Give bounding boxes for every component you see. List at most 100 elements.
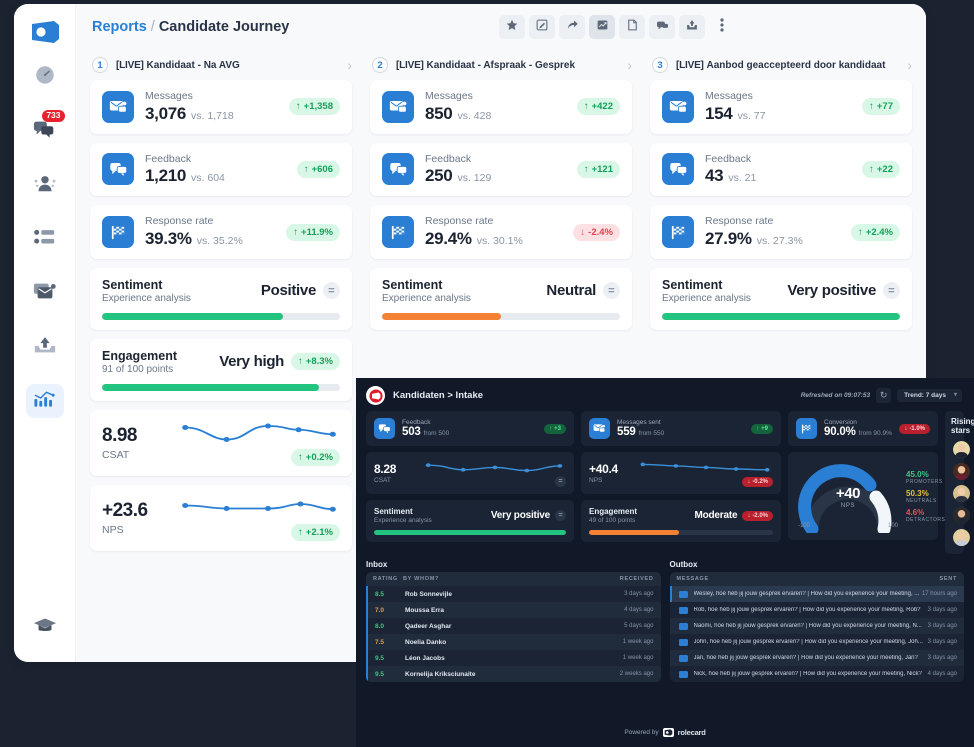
table-row[interactable]: Nick, hoe heb jij jouw gesprek ervaren? … [670,666,965,682]
metric-value: 3,076 [145,103,187,123]
table-row[interactable]: 8.5 Rob Sonnevijle 3 days ago [366,586,661,602]
document-button[interactable] [619,15,646,39]
table-row[interactable]: Naomi, hoe heb jij jouw gesprek ervaren?… [669,618,964,634]
table-row[interactable]: 8.0 Qadeer Asghar 5 days ago [366,618,661,634]
overlay-csat-card[interactable]: 8.28 CSAT = [366,452,574,494]
metric-card[interactable]: Feedback 43 vs. 21 ↑ +22 [650,142,912,197]
top-bar: Reports / Candidate Journey [76,4,926,50]
rising-star-row[interactable]: Ronald Bakker 40 = › [951,504,970,526]
overlay-engagement-card[interactable]: Engagement 49 of 100 points Moderate ↓ -2… [581,500,781,542]
feedback-icon [374,418,395,439]
overlay-footer: Powered by rolecard [356,717,974,747]
sentiment-card[interactable]: Sentiment Experience analysis Positive = [90,267,352,330]
favorite-button[interactable] [499,15,526,39]
overlay-column-b: Messages sent 559 from 550 ↑ +9 +40.4 NP… [581,411,781,554]
sentiment-bar [374,530,566,535]
row-time: 3 days ago [927,639,957,645]
chevron-right-icon[interactable]: › [347,57,352,73]
metric-value: 503 [402,426,421,438]
arrow-forward-icon [566,18,579,36]
sentiment-verdict: Very positive [490,510,550,521]
sidebar-item-candidates[interactable] [26,168,64,202]
engagement-delta-pill: ↑ +8.3% [291,353,340,371]
metric-card[interactable]: Response rate 39.3% vs. 35.2% ↑ +11.9% [90,205,352,259]
envelope-icon [678,670,688,678]
comments-button[interactable] [649,15,676,39]
metric-delta-pill: ↑ +422 [576,98,620,116]
sentiment-bar-fill [662,312,900,320]
sentiment-card[interactable]: Sentiment Experience analysis Very posit… [650,267,912,330]
app-logo[interactable] [28,18,62,46]
sidebar-item-lists[interactable] [26,222,64,256]
table-row[interactable]: 9.5 Léon Jacobs 1 week ago [366,650,661,666]
row-message: Nick, hoe heb jij jouw gesprek ervaren? … [693,671,922,677]
sentiment-card[interactable]: Sentiment Experience analysis Neutral = [370,267,632,330]
metric-delta: +422 [591,101,613,113]
row-message: Jan, hoe heb jij jouw gesprek ervaren? |… [693,655,918,661]
trend-select[interactable]: Trend: 7 days [897,389,962,402]
table-row[interactable]: Wesley, hoe heb jij jouw gesprek ervaren… [669,586,964,602]
metric-card[interactable]: Response rate 29.4% vs. 30.1% ↓ -2.4% [370,205,632,259]
nps-delta: +2.1% [305,526,333,538]
metric-delta-pill: ↑ +22 [862,160,900,178]
row-rating: 8.5 [375,590,385,598]
rising-star-row[interactable]: Evy van Waeyen... 35 = › [951,526,970,548]
table-row[interactable]: 7.0 Moussa Erra 4 days ago [366,602,661,618]
rising-star-row[interactable]: Daphne Witkam... 67 = › [951,460,970,482]
overlay-metric-card[interactable]: Messages sent 559 from 550 ↑ +9 [581,411,781,446]
arrow-up-icon: ↑ [293,226,299,238]
metric-card[interactable]: Feedback 250 vs. 129 ↑ +121 [370,142,632,197]
avatar [953,528,970,546]
gauge-icon [34,64,56,91]
row-time: 2 weeks ago [619,671,654,677]
edit-button[interactable] [529,15,556,39]
nps-card[interactable]: +23.6 NPS ↑ +2.1% [90,484,352,551]
avatar [953,440,970,458]
metric-label: Messages [145,90,193,102]
breadcrumb-reports-link[interactable]: Reports [92,19,147,35]
overlay-header-controls: Refreshed on 09:07:53 ↻ Trend: 7 days [801,388,962,403]
overlay-sentiment-card[interactable]: Sentiment Experience analysis Very posit… [366,500,574,542]
sidebar-item-academy[interactable] [26,610,64,644]
table-row[interactable]: Jan, hoe heb jij jouw gesprek ervaren? |… [669,650,964,666]
engagement-card[interactable]: Engagement 91 of 100 points Very high ↑ +… [90,338,352,401]
chevron-right-icon[interactable]: › [907,57,912,73]
chart-view-button[interactable] [589,15,616,39]
sidebar-item-upload[interactable] [26,330,64,364]
envelope-icon [678,590,688,598]
share-button[interactable] [559,15,586,39]
overlay-nps-card[interactable]: +40.4 NPS ↓ -0.2% [581,452,781,494]
metric-card[interactable]: Messages 850 vs. 428 ↑ +422 [370,80,632,134]
metric-card[interactable]: Messages 154 vs. 77 ↑ +77 [650,80,912,134]
csat-card[interactable]: 8.98 CSAT ↑ +0.2% [90,409,352,476]
outbox-title: Outbox [669,560,698,569]
table-row[interactable]: Rob, hoe heb jij jouw gesprek ervaren? |… [670,602,965,618]
more-options-button[interactable] [709,15,735,39]
metric-card[interactable]: Feedback 1,210 vs. 604 ↑ +606 [90,142,352,197]
metric-card[interactable]: Messages 3,076 vs. 1,718 ↑ +1,358 [90,80,352,134]
table-row[interactable]: 7.5 Noelia Danko 1 week ago [366,634,661,650]
arrow-up-icon: ↑ [756,425,760,432]
metric-label: Messages [425,90,473,102]
nps-label: NPS [102,523,124,536]
refresh-button[interactable]: ↻ [876,388,892,403]
sidebar-item-messages[interactable]: 733 [26,110,65,148]
column-2-cards: Messages 850 vs. 428 ↑ +422 Feedback 250… [366,80,636,330]
metric-card[interactable]: Response rate 27.9% vs. 27.3% ↑ +2.4% [650,205,912,259]
sidebar-item-dashboard[interactable] [26,60,64,94]
row-name: Moussa Erra [405,606,445,614]
inbox-table-header: RATING BY WHOM? RECEIVED [366,572,661,586]
sidebar-item-campaigns[interactable] [26,276,64,310]
export-button[interactable] [679,15,706,39]
avatar [953,484,970,502]
overlay-metric-card[interactable]: Conversion 90.0% from 90.9% ↓ -1.0% [788,411,938,446]
chevron-right-icon[interactable]: › [627,57,632,73]
sidebar-item-reports[interactable] [25,384,64,418]
overlay-metric-card[interactable]: Feedback 503 from 500 ↑ +3 [366,411,574,446]
arrow-up-icon: ↑ [303,163,309,175]
rising-star-row[interactable]: Vera Willeboord... 61 ↑+1 › [951,438,970,460]
rising-star-row[interactable]: Linsey Tazelaar 41 = › [951,482,970,504]
table-row[interactable]: 9.5 Kornelija Kriksciunaite 2 weeks ago [366,666,661,682]
table-row[interactable]: John, hoe heb jij jouw gesprek ervaren? … [670,634,965,650]
flat-indicator-icon: = [555,510,566,521]
